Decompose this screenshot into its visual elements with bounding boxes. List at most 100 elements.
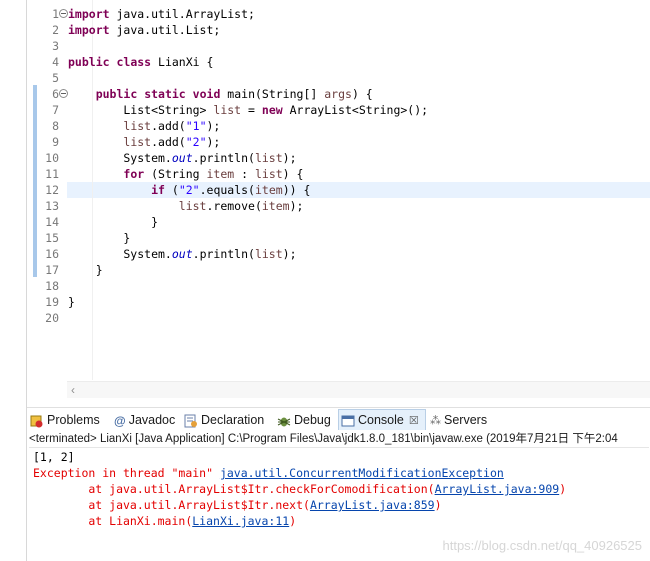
trace-text: at LianXi.main(: [33, 514, 193, 528]
code-line: System.out.println(list);: [68, 246, 297, 262]
fold-toggle-icon[interactable]: [59, 89, 68, 98]
console-output-line: [1, 2]: [33, 449, 75, 465]
code-token: out: [171, 151, 193, 165]
line-number: 20: [45, 311, 59, 325]
code-text: );: [206, 135, 221, 149]
horizontal-scrollbar[interactable]: ‹: [67, 381, 650, 398]
code-text: .remove(: [206, 199, 262, 213]
code-line: list.add("1");: [68, 118, 220, 134]
trace-text: ): [559, 482, 567, 496]
code-editor[interactable]: 1 2 3 4 5 6 7 8 9 10 11 12 13 14 15 16 17 18 19 20 import j…: [27, 0, 650, 398]
line-number: 8: [52, 119, 59, 133]
code-text: )) {: [282, 183, 311, 197]
line-number: 5: [52, 71, 59, 85]
code-token: "1": [185, 119, 207, 133]
tab-declaration[interactable]: Declaration: [184, 410, 264, 430]
tab-debug[interactable]: Debug: [277, 410, 331, 430]
tab-javadoc[interactable]: @ Javadoc: [114, 410, 175, 430]
trace-text: ): [434, 498, 442, 512]
code-text: java.util.List;: [109, 23, 221, 37]
code-token: list: [123, 119, 152, 133]
line-number: 11: [45, 167, 59, 181]
code-token: item: [254, 183, 283, 197]
line-number-gutter: 1 2 3 4 5 6 7 8 9 10 11 12 13 14 15 16 17 18 19 20: [27, 0, 68, 398]
tab-problems-label: Problems: [47, 413, 100, 427]
code-text: System.: [68, 247, 172, 261]
tab-console[interactable]: Console ☒: [338, 409, 426, 430]
code-line: for (String item : list) {: [68, 166, 303, 182]
code-line: if ("2".equals(item)) {: [68, 182, 310, 198]
line-number: 12: [45, 183, 59, 197]
line-number: 19: [45, 295, 59, 309]
line-number: 1: [52, 7, 59, 21]
code-token: new: [261, 103, 283, 117]
scroll-left-icon[interactable]: ‹: [71, 383, 75, 397]
code-text: .add(: [151, 119, 186, 133]
code-text: }: [68, 231, 131, 245]
debug-icon: [277, 417, 291, 427]
code-token: list: [254, 167, 283, 181]
stack-trace-line: at java.util.ArrayList$Itr.next(ArrayLis…: [33, 497, 442, 513]
code-line: }: [68, 214, 158, 230]
line-number: 3: [52, 39, 59, 53]
exception-class-link[interactable]: java.util.ConcurrentModificationExceptio…: [220, 466, 504, 480]
code-line: public class LianXi {: [68, 54, 213, 70]
code-text: .println(: [192, 151, 255, 165]
line-number: 4: [52, 55, 59, 69]
code-text: }: [68, 215, 159, 229]
code-token: for: [123, 167, 145, 181]
tab-console-label: Console: [358, 413, 404, 427]
console-output[interactable]: [1, 2] Exception in thread "main" java.u…: [27, 449, 650, 561]
console-status-line: <terminated> LianXi [Java Application] C…: [29, 431, 649, 448]
code-text: );: [206, 119, 221, 133]
code-token: list: [123, 135, 152, 149]
code-token: static: [144, 87, 186, 101]
code-text: );: [282, 247, 297, 261]
javadoc-icon: @: [114, 413, 126, 428]
code-text: );: [289, 199, 304, 213]
fold-toggle-icon[interactable]: [59, 9, 68, 18]
stack-trace-line: at LianXi.main(LianXi.java:11): [33, 513, 296, 529]
code-line: }: [68, 294, 75, 310]
tab-javadoc-label: Javadoc: [128, 413, 176, 427]
code-text: (: [164, 183, 179, 197]
output-text: [1, 2]: [33, 450, 75, 464]
code-text: ) {: [351, 87, 373, 101]
view-tab-bar: Problems @ Javadoc Declaration Debug Cons…: [27, 407, 650, 430]
tab-servers-label: Servers: [444, 413, 488, 427]
close-icon[interactable]: ☒: [409, 411, 419, 431]
line-number: 2: [52, 23, 59, 37]
code-line: System.out.println(list);: [68, 150, 296, 166]
trace-text: at java.util.ArrayList$Itr.next(: [33, 498, 310, 512]
code-text: }: [68, 295, 75, 309]
code-token: list: [254, 247, 283, 261]
code-token: "2": [185, 135, 207, 149]
problems-icon: [30, 415, 43, 428]
code-text: ) {: [282, 167, 304, 181]
code-text: (String: [144, 167, 207, 181]
source-link[interactable]: ArrayList.java:909: [435, 482, 560, 496]
code-token: import: [68, 23, 110, 37]
code-text: .println(: [192, 247, 255, 261]
trace-text: at java.util.ArrayList$Itr.checkForComod…: [33, 482, 435, 496]
source-link[interactable]: ArrayList.java:859: [310, 498, 435, 512]
tab-declaration-label: Declaration: [201, 413, 265, 427]
code-token: list: [254, 151, 283, 165]
trace-text: ): [289, 514, 297, 528]
exception-prefix: Exception in thread "main": [33, 466, 220, 480]
source-link[interactable]: LianXi.java:11: [192, 514, 289, 528]
tab-problems[interactable]: Problems: [30, 410, 100, 430]
code-text: java.util.ArrayList;: [109, 7, 255, 21]
code-text: List<String>: [68, 103, 214, 117]
exception-line: Exception in thread "main" java.util.Con…: [33, 465, 504, 481]
tab-servers[interactable]: ⁂ Servers: [430, 410, 487, 430]
code-text: =: [241, 103, 262, 117]
line-number: 15: [45, 231, 59, 245]
code-line: List<String> list = new ArrayList<String…: [68, 102, 428, 118]
servers-icon: ⁂: [430, 414, 441, 427]
code-token: public: [68, 55, 110, 69]
